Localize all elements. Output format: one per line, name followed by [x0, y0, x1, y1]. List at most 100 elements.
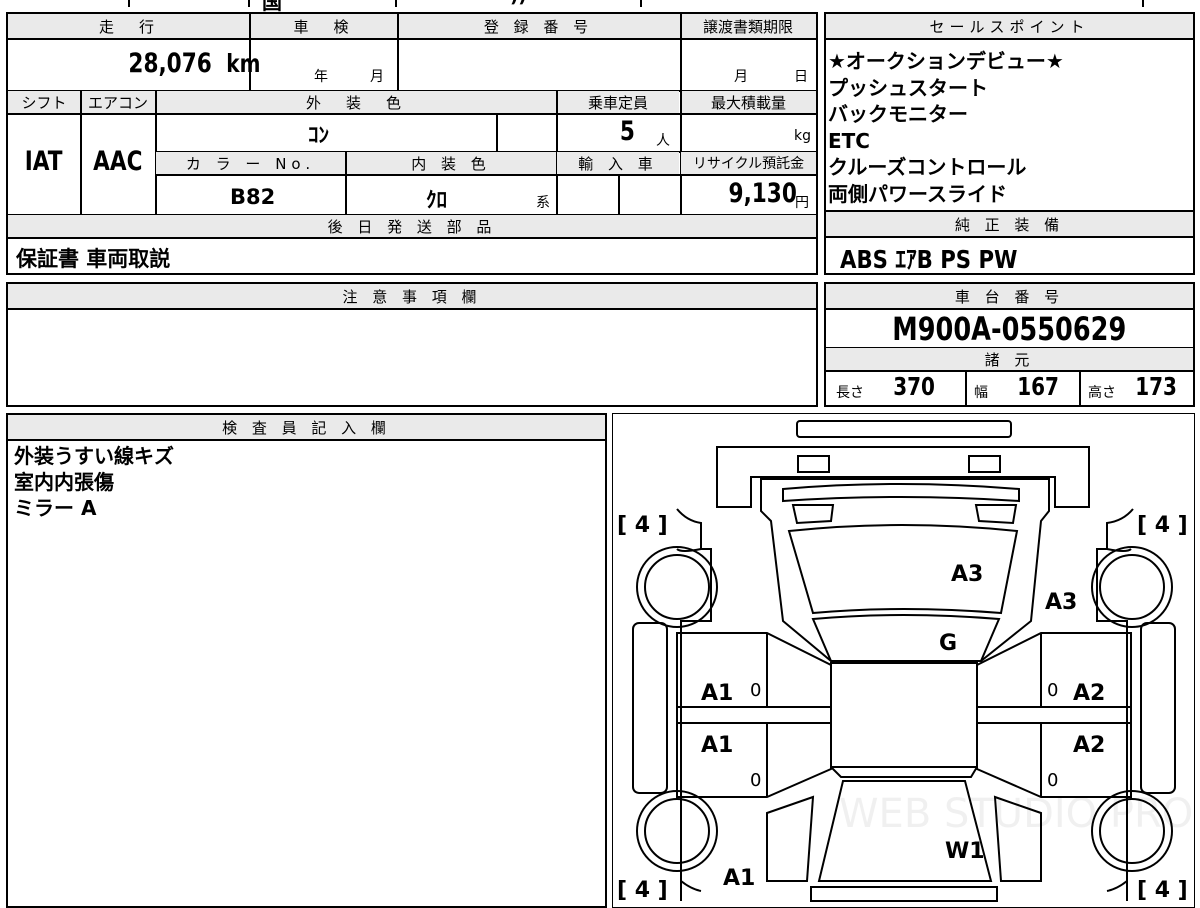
car-diagram: WEB STUDIO PRO [ 4 ] [ 4 ] [ 4 ] [ 4 ] A… [617, 420, 1193, 903]
zero-mark: 0 [750, 770, 761, 791]
front-light-left [797, 455, 830, 473]
front-light-right [968, 455, 1001, 473]
tire-rear-left [636, 790, 718, 872]
damage-mark-left-front-a1: A1 [701, 681, 733, 706]
shaken-month-unit: 月 [370, 69, 384, 85]
windshield-shape [760, 478, 1050, 662]
sales-point-item: ★オークションデビュー★ [828, 49, 1064, 73]
damage-mark-rear-w1: W1 [945, 839, 985, 864]
standard-equipment-box: 純 正 装 備 ABS ｴｱB PS PW [824, 210, 1195, 275]
shift-value: IAT [8, 146, 80, 177]
capacity-unit: 人 [656, 133, 670, 149]
damage-mark-rear-a1: A1 [723, 866, 755, 891]
zero-mark: 0 [1047, 770, 1058, 791]
damage-mark-left-rear-a1: A1 [701, 733, 733, 758]
spec-width-value: 167 [1012, 372, 1064, 401]
aircon-value: AAC [81, 146, 155, 177]
shift-text: IAT [25, 146, 63, 177]
later-parts-value: 保証書 車両取説 [16, 247, 171, 271]
sales-points-box: セールスポイント ★オークションデビュー★ プッシュスタート バックモニター E… [824, 12, 1195, 212]
interior-color-header: 内 装 色 [346, 152, 556, 174]
damage-mark-windshield-a3: A3 [951, 562, 983, 587]
car-diagram-box: WEB STUDIO PRO [ 4 ] [ 4 ] [ 4 ] [ 4 ] A… [612, 413, 1195, 908]
top-strip: 国 )) [0, 0, 1200, 14]
top-strip-fragment-b: )) [510, 0, 526, 7]
interior-color-suffix: 系 [536, 195, 550, 211]
recycle-unit: 円 [795, 195, 809, 211]
tire-label-front-right: [ 4 ] [1137, 513, 1188, 538]
shift-header: シフト [8, 91, 80, 113]
left-step [676, 706, 832, 724]
capacity-header: 乗車定員 [557, 91, 679, 113]
diagram-watermark: WEB STUDIO PRO [839, 791, 1193, 837]
notes-header: 注 意 事 項 欄 [8, 284, 816, 308]
mileage-header: 走 行 [8, 14, 250, 38]
tire-front-left [636, 546, 718, 628]
front-bumper-shape [796, 420, 1012, 438]
sales-point-item: ETC [828, 128, 870, 153]
vehicle-info-box: 走 行 車 検 登 録 番 号 譲渡書類期限 28,076 km 年 月 月 日 … [6, 12, 818, 275]
zero-mark: 0 [1047, 680, 1058, 701]
left-side-strip [632, 622, 668, 794]
sales-points-list: ★オークションデビュー★ プッシュスタート バックモニター ETC クルーズコン… [828, 48, 1064, 207]
inspector-note-item: ミラー A [14, 496, 97, 520]
import-header: 輸 入 車 [557, 152, 679, 174]
registration-header: 登 録 番 号 [397, 14, 680, 38]
interior-color-value: ｸﾛ [426, 188, 447, 212]
sales-point-item: プッシュスタート [828, 75, 988, 100]
exterior-color-value: ｺﾝ [308, 123, 329, 147]
chassis-no-header: 車 台 番 号 [826, 284, 1193, 308]
inspector-notes-box: 検 査 員 記 入 欄 外装うすい線キズ 室内内張傷 ミラー A [6, 413, 607, 908]
standard-equipment-value: ABS ｴｱB PS PW [840, 240, 1049, 276]
mileage-number: 28,076 [128, 48, 212, 79]
chassis-no-text: M900A-0550629 [892, 310, 1127, 348]
shaken-header: 車 検 [250, 14, 397, 38]
mileage-value: 28,076 km [118, 48, 265, 79]
standard-equipment-header: 純 正 装 備 [826, 212, 1193, 236]
sales-point-item: クルーズコントロール [828, 155, 1027, 179]
inspector-header: 検 査 員 記 入 欄 [8, 415, 605, 439]
aircon-header: エアコン [81, 91, 155, 113]
zero-mark: 0 [750, 680, 761, 701]
spec-height-value: 173 [1130, 372, 1182, 401]
sales-point-item: バックモニター [828, 102, 968, 126]
shaken-year-unit: 年 [314, 69, 328, 85]
sales-point-item: 両側パワースライド [828, 181, 1007, 206]
max-load-unit: kg [794, 128, 811, 144]
body-outline-shape [676, 508, 1134, 901]
spec-length-value: 370 [888, 372, 940, 401]
damage-mark-glass-g: G [939, 631, 957, 656]
inspector-notes-list: 外装うすい線キズ 室内内張傷 ミラー A [14, 443, 174, 521]
capacity-number: 5 [619, 116, 635, 147]
color-no-header: カ ラ ー No. [156, 152, 345, 174]
chassis-no-value: M900A-0550629 [826, 310, 1193, 348]
spec-length-number: 370 [893, 372, 935, 401]
capacity-value: 5 [618, 116, 637, 147]
transfer-day-unit: 日 [794, 69, 808, 85]
transfer-month-unit: 月 [734, 69, 748, 85]
spec-length-label: 長さ [836, 385, 864, 401]
right-step [976, 706, 1132, 724]
tire-label-front-left: [ 4 ] [617, 513, 668, 538]
notes-box: 注 意 事 項 欄 [6, 282, 818, 407]
recycle-number: 9,130 [728, 178, 797, 209]
aircon-text: AAC [93, 146, 143, 177]
tire-label-rear-left: [ 4 ] [617, 878, 668, 903]
sales-points-header: セールスポイント [826, 14, 1193, 38]
tire-label-rear-right: [ 4 ] [1137, 878, 1188, 903]
recycle-value: 9,130 [720, 178, 805, 209]
specs-header: 諸 元 [826, 348, 1193, 370]
spec-height-label: 高さ [1088, 385, 1116, 401]
recycle-header: リサイクル預託金 [681, 152, 816, 174]
transfer-deadline-header: 譲渡書類期限 [680, 14, 816, 38]
rear-left-panel [766, 795, 815, 882]
spec-width-label: 幅 [974, 385, 988, 401]
mileage-unit: km [226, 49, 261, 78]
damage-mark-fender-a3: A3 [1045, 590, 1077, 615]
damage-mark-right-rear-a2: A2 [1073, 733, 1105, 758]
chassis-box: 車 台 番 号 M900A-0550629 諸 元 長さ 370 幅 167 高… [824, 282, 1195, 407]
color-no-value: B82 [230, 185, 276, 209]
spec-height-number: 173 [1135, 372, 1177, 401]
damage-mark-right-front-a2: A2 [1073, 681, 1105, 706]
standard-equipment-text: ABS ｴｱB PS PW [840, 245, 1018, 274]
